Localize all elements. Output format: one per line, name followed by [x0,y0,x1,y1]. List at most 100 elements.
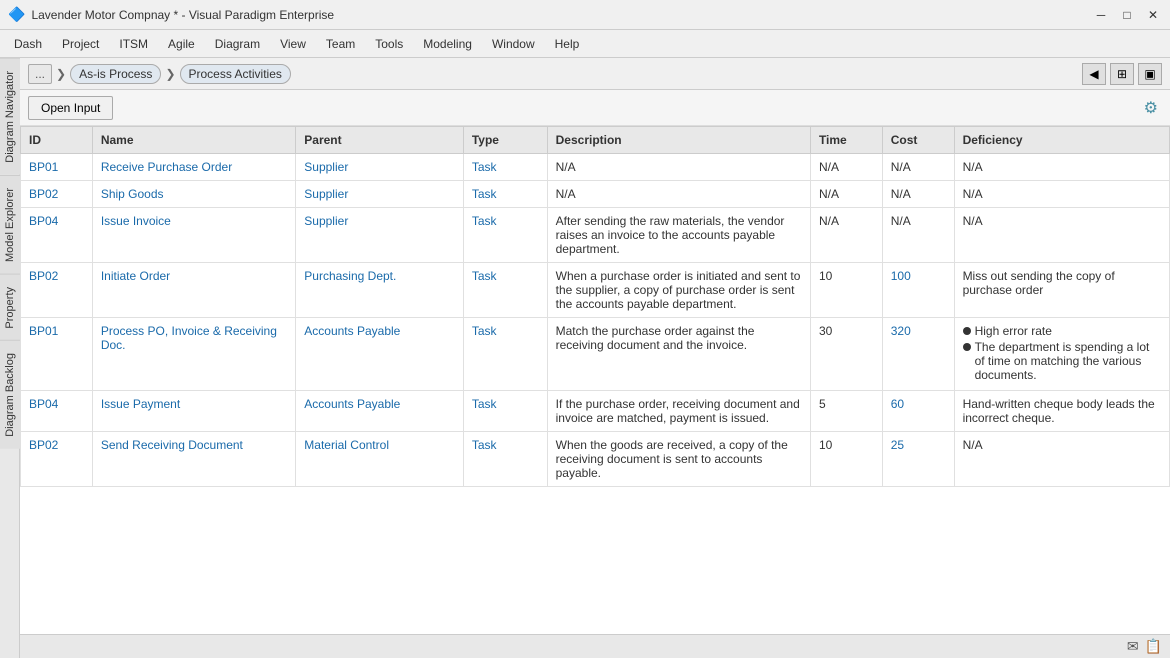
col-header-type: Type [463,127,547,154]
col-header-name: Name [92,127,295,154]
menu-window[interactable]: Window [482,33,545,55]
maximize-button[interactable]: □ [1118,6,1136,24]
breadcrumb: ... ❯ As-is Process ❯ Process Activities [28,64,291,84]
cell-type: Task [463,263,547,318]
cell-deficiency: N/A [954,154,1169,181]
content-area: ... ❯ As-is Process ❯ Process Activities… [20,58,1170,658]
window-controls: ─ □ ✕ [1092,6,1162,24]
bullet-text: The department is spending a lot of time… [975,340,1161,382]
open-input-button[interactable]: Open Input [28,96,113,120]
menu-agile[interactable]: Agile [158,33,205,55]
menu-view[interactable]: View [270,33,316,55]
sidebar-tab-diagram-navigator[interactable]: Diagram Navigator [0,58,20,175]
cell-time: N/A [810,181,882,208]
cell-time: 5 [810,391,882,432]
menu-team[interactable]: Team [316,33,365,55]
process-activities-table[interactable]: ID Name Parent Type Description Time Cos… [20,126,1170,634]
toolbar: Open Input ⚙ [20,90,1170,126]
minimize-button[interactable]: ─ [1092,6,1110,24]
col-header-description: Description [547,127,810,154]
cell-id: BP02 [21,181,93,208]
cell-name[interactable]: Issue Invoice [92,208,295,263]
cell-type: Task [463,154,547,181]
bullet-icon [963,327,971,335]
sidebar-tab-property[interactable]: Property [0,274,20,341]
table-row[interactable]: BP01Receive Purchase OrderSupplierTask N/… [21,154,1170,181]
cell-description: After sending the raw materials, the ven… [547,208,810,263]
menu-help[interactable]: Help [545,33,590,55]
table-row[interactable]: BP02Ship GoodsSupplierTaskN/AN/AN/AN/A [21,181,1170,208]
cell-deficiency: Hand-written cheque body leads the incor… [954,391,1169,432]
cell-parent: Supplier [296,154,464,181]
cell-description: If the purchase order, receiving documen… [547,391,810,432]
cell-parent: Accounts Payable [296,391,464,432]
breadcrumb-as-is-process-label[interactable]: As-is Process [70,64,161,84]
table-row[interactable]: BP04Issue PaymentAccounts PayableTaskIf … [21,391,1170,432]
bullet-icon [963,343,971,351]
col-header-cost: Cost [882,127,954,154]
menu-modeling[interactable]: Modeling [413,33,482,55]
cell-parent: Purchasing Dept. [296,263,464,318]
breadcrumb-bar: ... ❯ As-is Process ❯ Process Activities… [20,58,1170,90]
breadcrumb-icon-buttons: ◀ ⊞ ▣ [1082,63,1162,85]
cell-time: N/A [810,154,882,181]
col-header-id: ID [21,127,93,154]
cell-id: BP04 [21,208,93,263]
cell-deficiency: High error rate The department is spendin… [954,318,1169,391]
close-button[interactable]: ✕ [1144,6,1162,24]
cell-type: Task [463,181,547,208]
menu-itsm[interactable]: ITSM [109,33,158,55]
cell-deficiency: N/A [954,208,1169,263]
cell-parent: Supplier [296,181,464,208]
menu-tools[interactable]: Tools [365,33,413,55]
cell-type: Task [463,432,547,487]
table-row[interactable]: BP04Issue InvoiceSupplierTaskAfter sendi… [21,208,1170,263]
breadcrumb-panel-icon[interactable]: ▣ [1138,63,1162,85]
app-icon: 🔷 [8,6,25,23]
status-bar: ✉ 📋 [20,634,1170,658]
menu-project[interactable]: Project [52,33,109,55]
cell-name[interactable]: Initiate Order [92,263,295,318]
breadcrumb-arrow-1: ❯ [56,67,66,81]
cell-description: When a purchase order is initiated and s… [547,263,810,318]
toolbar-left: Open Input [28,96,113,120]
cell-id: BP01 [21,154,93,181]
sidebar-tab-diagram-backlog[interactable]: Diagram Backlog [0,340,20,449]
cell-deficiency: N/A [954,181,1169,208]
table-row[interactable]: BP02Send Receiving DocumentMaterial Cont… [21,432,1170,487]
cell-cost: 25 [882,432,954,487]
email-icon[interactable]: ✉ [1127,638,1139,655]
cell-id: BP02 [21,432,93,487]
breadcrumb-grid-icon[interactable]: ⊞ [1110,63,1134,85]
cell-description: When the goods are received, a copy of t… [547,432,810,487]
toolbar-settings-icon[interactable]: ⚙ [1140,96,1162,120]
toolbar-right: ⚙ [1140,96,1162,120]
bullet-text: High error rate [975,324,1052,338]
cell-type: Task [463,208,547,263]
breadcrumb-back-icon[interactable]: ◀ [1082,63,1106,85]
breadcrumb-dots[interactable]: ... [28,64,52,84]
cell-name[interactable]: Send Receiving Document [92,432,295,487]
menu-diagram[interactable]: Diagram [205,33,270,55]
sidebar-tab-model-explorer[interactable]: Model Explorer [0,175,20,274]
cell-id: BP04 [21,391,93,432]
doc-icon[interactable]: 📋 [1145,638,1162,655]
table-row[interactable]: BP01Process PO, Invoice & Receiving Doc.… [21,318,1170,391]
table-row[interactable]: BP02Initiate OrderPurchasing Dept.TaskWh… [21,263,1170,318]
title-bar: 🔷 Lavender Motor Compnay * - Visual Para… [0,0,1170,30]
cell-parent: Material Control [296,432,464,487]
breadcrumb-as-is-process: As-is Process [70,64,161,84]
cell-time: 10 [810,432,882,487]
cell-id: BP01 [21,318,93,391]
cell-time: 10 [810,263,882,318]
breadcrumb-process-activities-label[interactable]: Process Activities [180,64,291,84]
cell-name[interactable]: Receive Purchase Order [92,154,295,181]
cell-name[interactable]: Process PO, Invoice & Receiving Doc. [92,318,295,391]
cell-name[interactable]: Issue Payment [92,391,295,432]
cell-description: N/A [547,181,810,208]
cell-cost: N/A [882,181,954,208]
cell-name[interactable]: Ship Goods [92,181,295,208]
menu-dash[interactable]: Dash [4,33,52,55]
cell-deficiency: N/A [954,432,1169,487]
cell-time: N/A [810,208,882,263]
